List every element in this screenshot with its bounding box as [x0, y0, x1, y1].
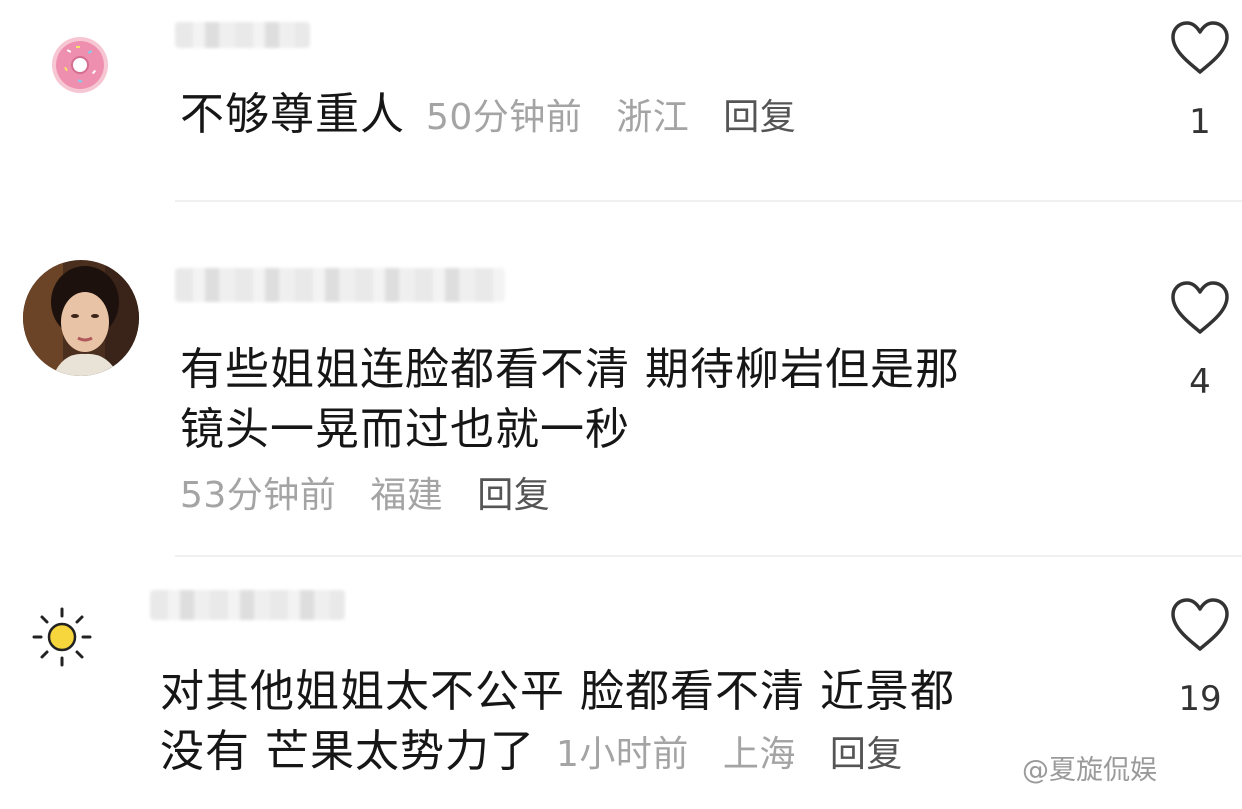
woman-portrait [23, 260, 139, 376]
reply-button[interactable]: 回复 [723, 97, 796, 138]
comment-text: 对其他姐姐太不公平 脸都看不清 近景都 没有 芒果太势力了 1小时前 上海 回复 [160, 662, 955, 785]
comment-time: 50分钟前 [426, 97, 583, 138]
like-button[interactable]: 19 [1162, 597, 1238, 719]
username-redacted[interactable] [175, 22, 310, 48]
avatar[interactable] [23, 260, 139, 376]
donut-icon [52, 37, 108, 93]
comment-meta: 50分钟前 浙江 回复 [426, 97, 796, 138]
like-count: 1 [1189, 102, 1211, 142]
divider [175, 200, 1242, 202]
username-redacted[interactable] [150, 590, 345, 620]
heart-icon [1171, 598, 1229, 651]
comment-body-line: 没有 芒果太势力了 [160, 726, 535, 777]
comment-location: 上海 [722, 734, 796, 775]
divider [175, 555, 1242, 557]
comment-location: 福建 [370, 475, 444, 516]
comment-text: 不够尊重人 50分钟前 浙江 回复 [180, 85, 796, 148]
comment-meta: 53分钟前 福建 回复 [180, 466, 960, 526]
comment-body-line-wrap: 没有 芒果太势力了 1小时前 上海 回复 [160, 722, 955, 785]
like-button[interactable]: 1 [1162, 20, 1238, 142]
like-count: 19 [1178, 679, 1222, 719]
comment-location: 浙江 [616, 97, 690, 138]
comment-meta: 1小时前 上海 回复 [556, 734, 903, 775]
reply-button[interactable]: 回复 [830, 734, 903, 775]
comment-time: 1小时前 [556, 734, 689, 775]
like-count: 4 [1189, 362, 1211, 402]
comment-body: 不够尊重人 [180, 89, 405, 140]
reply-button[interactable]: 回复 [477, 475, 550, 516]
watermark: @夏旋侃娱 [1022, 755, 1157, 786]
heart-icon [1171, 281, 1229, 334]
comment-body-line: 镜头一晃而过也就一秒 [180, 404, 630, 455]
comment-body-line: 对其他姐姐太不公平 脸都看不清 近景都 [160, 666, 955, 717]
comment-text: 有些姐姐连脸都看不清 期待柳岩但是那 镜头一晃而过也就一秒 53分钟前 福建 回… [180, 340, 960, 526]
comment-item: 不够尊重人 50分钟前 浙江 回复 1 [0, 0, 1242, 200]
comment-body-line: 有些姐姐连脸都看不清 期待柳岩但是那 [180, 344, 960, 395]
avatar[interactable] [50, 35, 110, 95]
sun-icon [32, 607, 92, 667]
heart-icon [1171, 21, 1229, 74]
username-redacted[interactable] [175, 268, 505, 302]
comment-time: 53分钟前 [180, 475, 337, 516]
like-button[interactable]: 4 [1162, 280, 1238, 402]
avatar[interactable] [30, 605, 94, 669]
